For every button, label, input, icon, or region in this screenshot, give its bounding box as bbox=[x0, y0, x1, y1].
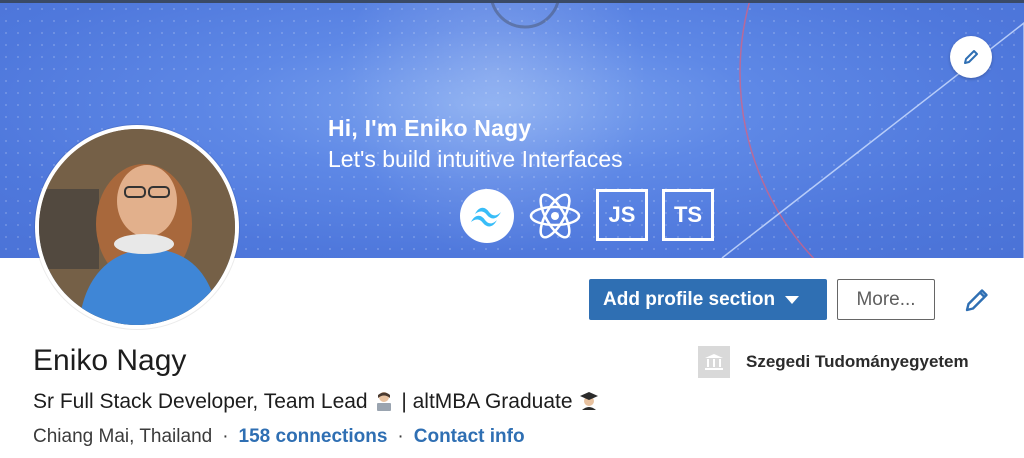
banner-greeting: Hi, I'm Eniko Nagy bbox=[328, 115, 532, 141]
add-profile-section-button[interactable]: Add profile section bbox=[589, 279, 827, 320]
profile-actions: Add profile section More... bbox=[589, 279, 935, 320]
edit-profile-button[interactable] bbox=[962, 285, 992, 315]
react-icon bbox=[528, 189, 582, 243]
profile-location: Chiang Mai, Thailand bbox=[33, 426, 213, 447]
banner-tagline: Let's build intuitive Interfaces bbox=[328, 146, 623, 172]
technologist-emoji-icon bbox=[377, 392, 392, 411]
school-name: Szegedi Tudományegyetem bbox=[746, 352, 969, 371]
more-button[interactable]: More... bbox=[837, 279, 935, 320]
connections-link[interactable]: 158 connections bbox=[239, 426, 388, 448]
chevron-down-icon bbox=[785, 295, 800, 304]
headline-role: Sr Full Stack Developer, Team Lead bbox=[33, 390, 368, 413]
tailwind-icon bbox=[460, 189, 514, 243]
tech-icons: JS TS bbox=[460, 189, 714, 243]
school-logo-icon bbox=[698, 346, 730, 378]
contact-info-link[interactable]: Contact info bbox=[414, 426, 525, 448]
add-profile-section-label: Add profile section bbox=[603, 288, 776, 310]
javascript-icon: JS bbox=[596, 189, 648, 241]
banner-text: Hi, I'm Eniko Nagy Let's build intuitive… bbox=[328, 115, 623, 173]
education-item[interactable]: Szegedi Tudományegyetem bbox=[698, 346, 969, 378]
profile-name: Eniko Nagy bbox=[33, 344, 187, 377]
profile-meta: Chiang Mai, Thailand · 158 connections ·… bbox=[33, 426, 525, 448]
separator: · bbox=[222, 426, 229, 447]
pencil-icon bbox=[964, 50, 978, 64]
headline-graduate: | altMBA Graduate bbox=[401, 390, 573, 413]
profile-headline: Sr Full Stack Developer, Team Lead | alt… bbox=[33, 390, 600, 414]
avatar[interactable] bbox=[35, 125, 239, 329]
edit-cover-button[interactable] bbox=[950, 36, 992, 78]
typescript-icon: TS bbox=[662, 189, 714, 241]
pencil-icon bbox=[965, 289, 988, 312]
avatar-photo bbox=[39, 129, 235, 325]
graduate-emoji-icon bbox=[580, 392, 599, 410]
separator: · bbox=[397, 426, 404, 447]
